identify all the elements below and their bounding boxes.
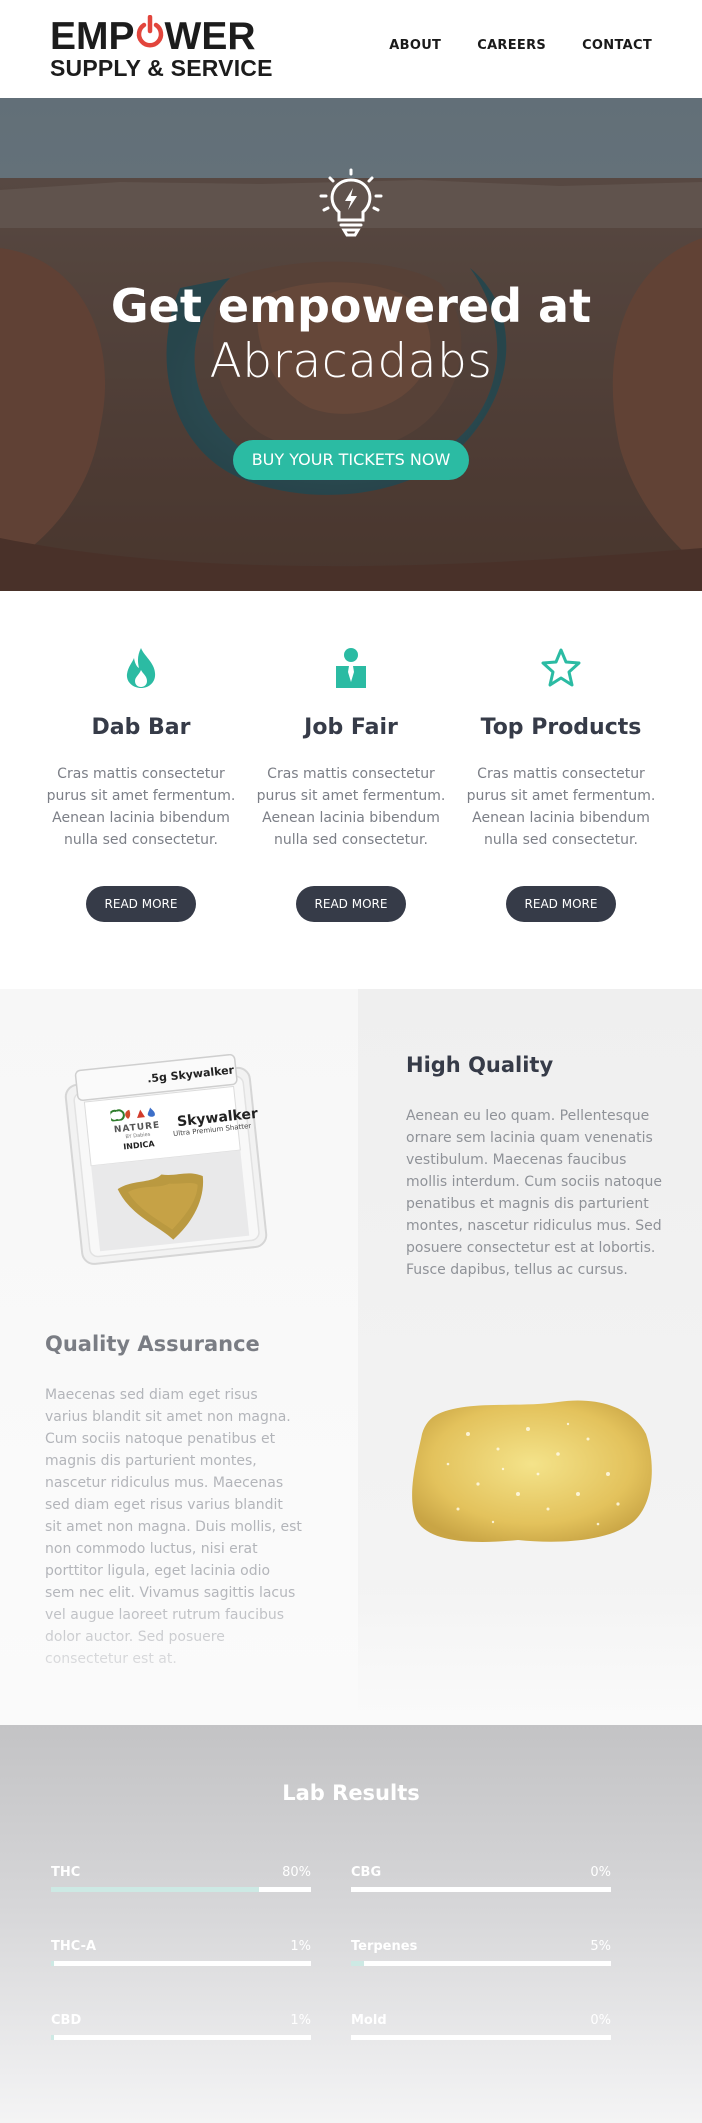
high-quality-title: High Quality <box>406 1053 554 1077</box>
shatter-image <box>412 1400 652 1542</box>
nav-careers[interactable]: CAREERS <box>477 38 546 53</box>
nav-contact[interactable]: CONTACT <box>582 38 652 53</box>
lightbulb-icon <box>319 168 383 237</box>
progress-track <box>51 2035 311 2040</box>
progress-track <box>351 2035 611 2040</box>
quality-assurance-title: Quality Assurance <box>45 1332 260 1356</box>
lab-result-label: CBD <box>51 2013 82 2028</box>
hero-title: Get empowered at <box>110 279 592 333</box>
read-more-button[interactable]: READ MORE <box>296 886 406 922</box>
quality-section: .5g Skywalker NATURE BY Dabies INDICA Sk… <box>0 989 702 1725</box>
feature-title: Dab Bar <box>91 715 191 740</box>
lab-result-label: CBG <box>351 1865 382 1880</box>
progress-fill <box>351 1961 364 1966</box>
high-quality-text: Aenean eu leo quam. Pellentesque ornare … <box>406 1108 662 1278</box>
lab-result-value: 0% <box>590 2013 611 2028</box>
feature-title: Job Fair <box>304 715 398 740</box>
logo-wordmark: EMP WER <box>50 15 256 58</box>
lab-result-value: 1% <box>290 2013 311 2028</box>
feature-title: Top Products <box>480 715 642 740</box>
main-nav: ABOUT CAREERS CONTACT <box>389 38 652 53</box>
product-package-image: .5g Skywalker NATURE BY Dabies INDICA Sk… <box>55 1053 275 1269</box>
logo[interactable]: EMP WER SUPPLY & SERVICE <box>50 15 273 81</box>
progress-track <box>51 1887 311 1892</box>
person-icon <box>336 648 366 688</box>
brand-leaf-icons <box>108 1107 155 1122</box>
features-section: Dab Bar Cras mattis consectetur purus si… <box>0 591 702 989</box>
nav-about[interactable]: ABOUT <box>389 38 441 53</box>
feature-text: Cras mattis consectetur purus sit amet f… <box>46 766 236 848</box>
product-brand-logo: NATURE BY Dabies INDICA <box>105 1101 169 1153</box>
read-more-button[interactable]: READ MORE <box>506 886 616 922</box>
lab-result-label: Mold <box>351 2013 387 2028</box>
progress-fill <box>51 1887 259 1892</box>
lab-results-title: Lab Results <box>282 1781 420 1805</box>
power-icon <box>135 15 165 51</box>
feature-text: Cras mattis consectetur purus sit amet f… <box>466 766 656 848</box>
section-fade <box>0 1589 702 1725</box>
logo-tagline: SUPPLY & SERVICE <box>50 55 273 81</box>
lab-result-value: 80% <box>282 1865 311 1880</box>
lab-result-label: THC-A <box>51 1939 97 1954</box>
buy-tickets-button[interactable]: BUY YOUR TICKETS NOW <box>233 440 469 480</box>
lab-result-value: 1% <box>290 1939 311 1954</box>
quality-right-panel <box>358 989 702 1689</box>
lab-result-label: THC <box>51 1865 81 1880</box>
read-more-button[interactable]: READ MORE <box>86 886 196 922</box>
progress-track <box>351 1887 611 1892</box>
progress-track <box>51 1961 311 1966</box>
lab-result-value: 0% <box>590 1865 611 1880</box>
lab-result-label: Terpenes <box>351 1939 418 1954</box>
progress-track <box>351 1961 611 1966</box>
progress-fill <box>51 2035 54 2040</box>
lab-results-section: Lab Results THC 80% CBG 0% THC-A 1% Terp… <box>0 1725 702 2123</box>
feature-text: Cras mattis consectetur purus sit amet f… <box>256 766 446 848</box>
hero-section: Get empowered at Abracadabs BUY YOUR TIC… <box>0 98 702 591</box>
lab-result-value: 5% <box>590 1939 611 1954</box>
site-header: EMP WER SUPPLY & SERVICE ABOUT CAREERS CO… <box>0 0 702 98</box>
star-icon <box>541 648 581 687</box>
progress-fill <box>51 1961 54 1966</box>
hero-subtitle: Abracadabs <box>209 334 493 389</box>
flame-icon <box>126 648 156 688</box>
